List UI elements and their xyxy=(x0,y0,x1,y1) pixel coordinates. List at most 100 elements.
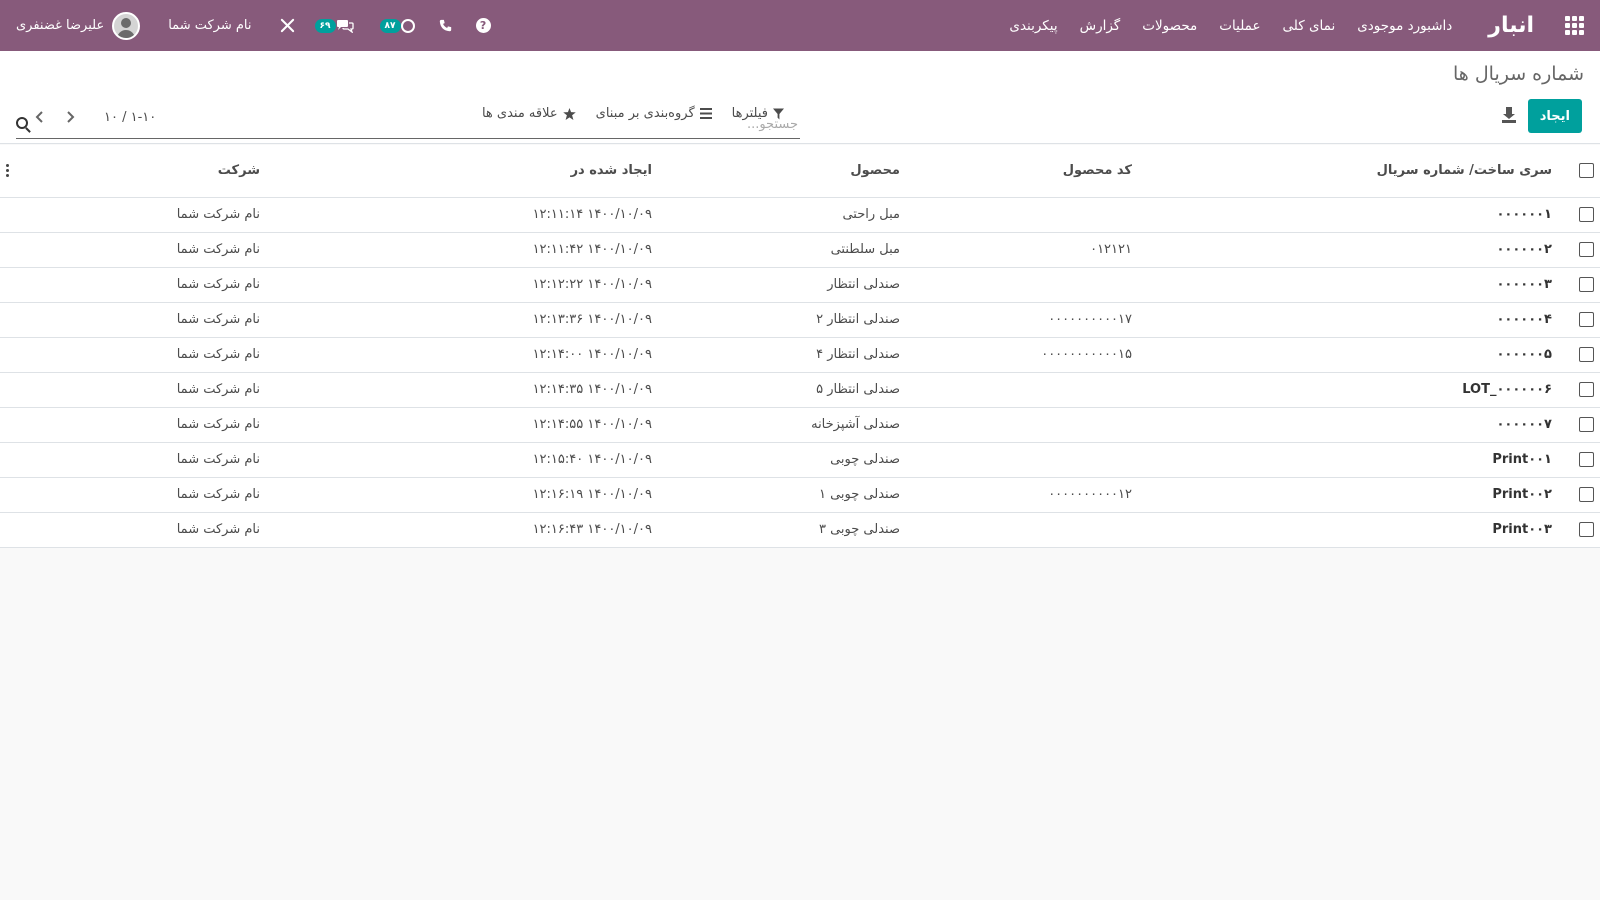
row-select-cell xyxy=(1558,232,1600,268)
create-button[interactable]: ایجاد xyxy=(1527,99,1582,133)
product-cell: صندلی انتظار ۵ xyxy=(658,372,906,408)
navbar-main: انبار داشبورد موجودی نمای کلی عملیات محص… xyxy=(1009,13,1584,38)
messages-badge: ۶۹ xyxy=(314,18,336,33)
clock-icon xyxy=(400,18,415,33)
activities-button[interactable]: ۸۷ xyxy=(378,18,415,33)
row-checkbox[interactable] xyxy=(1579,347,1594,362)
column-header-lot[interactable]: سری ساخت/ شماره سریال xyxy=(1138,145,1558,198)
search-options: فیلترها گروه‌بندی بر مبنای علاقه مندی ها xyxy=(482,106,784,121)
product-cell: صندلی انتظار ۴ xyxy=(658,337,906,373)
created-on-cell: ۱۴۰۰/۱۰/۰۹ ۱۲:۱۳:۳۶ xyxy=(266,302,658,338)
created-on-cell: ۱۴۰۰/۱۰/۰۹ ۱۲:۱۱:۱۴ xyxy=(266,197,658,233)
product-cell: صندلی چوبی ۳ xyxy=(658,512,906,548)
lot-cell: Print۰۰۱ xyxy=(1138,442,1558,478)
favorites-button[interactable]: علاقه مندی ها xyxy=(482,106,576,121)
pager-next-button[interactable] xyxy=(60,106,82,128)
menu-item-operations[interactable]: عملیات xyxy=(1219,18,1260,34)
row-checkbox[interactable] xyxy=(1579,207,1594,222)
created-on-cell: ۱۴۰۰/۱۰/۰۹ ۱۲:۱۲:۲۲ xyxy=(266,267,658,303)
row-select-cell xyxy=(1558,267,1600,303)
row-checkbox[interactable] xyxy=(1579,522,1594,537)
row-select-cell xyxy=(1558,337,1600,373)
lot-cell: ۰۰۰۰۰۰۴ xyxy=(1138,302,1558,338)
phone-icon[interactable] xyxy=(439,19,452,32)
groupby-label: گروه‌بندی بر مبنای xyxy=(595,106,695,121)
row-checkbox[interactable] xyxy=(1579,487,1594,502)
product-code-cell xyxy=(906,407,1138,443)
pager-value[interactable]: ۱-۱۰ / ۱۰ xyxy=(104,110,156,125)
product-code-cell xyxy=(906,197,1138,233)
optional-columns-toggle[interactable] xyxy=(0,145,26,198)
menu-item-reporting[interactable]: گزارش xyxy=(1080,18,1121,34)
row-checkbox[interactable] xyxy=(1579,242,1594,257)
row-spacer-cell xyxy=(0,442,26,478)
table-row[interactable]: ۰۰۰۰۰۰۵ ۰۰۰۰۰۰۰۰۰۰۰۱۵ صندلی انتظار ۴ ۱۴۰۰/۱… xyxy=(0,337,1600,373)
debug-tools-icon[interactable] xyxy=(280,18,295,33)
row-checkbox[interactable] xyxy=(1579,417,1594,432)
menu-item-configuration[interactable]: پیکربندی xyxy=(1009,18,1057,34)
company-switcher[interactable]: نام شرکت شما xyxy=(168,18,251,33)
table-row[interactable]: ۰۰۰۰۰۰۱ مبل راحتی ۱۴۰۰/۱۰/۰۹ ۱۲:۱۱:۱۴ نام ش… xyxy=(0,197,1600,233)
table-header-row: سری ساخت/ شماره سریال کد محصول محصول ایج… xyxy=(0,145,1600,198)
column-header-company[interactable]: شرکت xyxy=(26,145,266,198)
created-on-cell: ۱۴۰۰/۱۰/۰۹ ۱۲:۱۱:۴۲ xyxy=(266,232,658,268)
table-row[interactable]: Print۰۰۱ صندلی چوبی ۱۴۰۰/۱۰/۰۹ ۱۲:۱۵:۴۰ نام… xyxy=(0,442,1600,478)
company-cell: نام شرکت شما xyxy=(26,232,266,268)
top-navbar: انبار داشبورد موجودی نمای کلی عملیات محص… xyxy=(0,0,1600,51)
user-menu[interactable]: علیرضا غضنفری xyxy=(16,11,141,40)
created-on-cell: ۱۴۰۰/۱۰/۰۹ ۱۲:۱۵:۴۰ xyxy=(266,442,658,478)
help-icon[interactable]: ? xyxy=(475,18,491,33)
table-row[interactable]: ۰۰۰۰۰۰۳ صندلی انتظار ۱۴۰۰/۱۰/۰۹ ۱۲:۱۲:۲۲ نا… xyxy=(0,267,1600,303)
table-row[interactable]: ۰۰۰۰۰۰۴ ۰۰۰۰۰۰۰۰۰۰۱۷ صندلی انتظار ۲ ۱۴۰۰/۱۰… xyxy=(0,302,1600,338)
row-spacer-cell xyxy=(0,407,26,443)
table-row[interactable]: Print۰۰۳ صندلی چوبی ۳ ۱۴۰۰/۱۰/۰۹ ۱۲:۱۶:۴۳ ن… xyxy=(0,512,1600,548)
row-select-cell xyxy=(1558,407,1600,443)
row-spacer-cell xyxy=(0,337,26,373)
lot-cell: ۰۰۰۰۰۰۱ xyxy=(1138,197,1558,233)
column-header-product-code[interactable]: کد محصول xyxy=(906,145,1138,198)
created-on-cell: ۱۴۰۰/۱۰/۰۹ ۱۲:۱۶:۱۹ xyxy=(266,477,658,513)
table-row[interactable]: LOT_۰۰۰۰۰۰۶ صندلی انتظار ۵ ۱۴۰۰/۱۰/۰۹ ۱۲:۱… xyxy=(0,372,1600,408)
select-all-cell xyxy=(1558,145,1600,198)
table-row[interactable]: ۰۰۰۰۰۰۲ ۰۱۲۱۲۱ مبل سلطنتی ۱۴۰۰/۱۰/۰۹ ۱۲:۱۱:… xyxy=(0,232,1600,268)
apps-grid-icon[interactable] xyxy=(1564,15,1584,36)
row-spacer-cell xyxy=(0,197,26,233)
table-row[interactable]: ۰۰۰۰۰۰۷ صندلی آشپزخانه ۱۴۰۰/۱۰/۰۹ ۱۲:۱۴:۵۵… xyxy=(0,407,1600,443)
activities-badge: ۸۷ xyxy=(379,18,401,33)
download-icon[interactable] xyxy=(1502,107,1516,123)
select-all-checkbox[interactable] xyxy=(1579,163,1594,179)
row-checkbox[interactable] xyxy=(1579,382,1594,397)
row-spacer-cell xyxy=(0,302,26,338)
user-name: علیرضا غضنفری xyxy=(16,18,105,33)
column-header-product[interactable]: محصول xyxy=(658,145,906,198)
pager-previous-button[interactable] xyxy=(28,106,50,128)
menu-item-inventory-dashboard[interactable]: داشبورد موجودی xyxy=(1357,18,1452,34)
product-cell: صندلی انتظار xyxy=(658,267,906,303)
row-select-cell xyxy=(1558,512,1600,548)
company-cell: نام شرکت شما xyxy=(26,302,266,338)
product-cell: صندلی انتظار ۲ xyxy=(658,302,906,338)
search-icon[interactable] xyxy=(16,117,28,129)
table-body: ۰۰۰۰۰۰۱ مبل راحتی ۱۴۰۰/۱۰/۰۹ ۱۲:۱۱:۱۴ نام ش… xyxy=(0,197,1600,548)
company-cell: نام شرکت شما xyxy=(26,337,266,373)
row-spacer-cell xyxy=(0,477,26,513)
created-on-cell: ۱۴۰۰/۱۰/۰۹ ۱۲:۱۴:۵۵ xyxy=(266,407,658,443)
product-code-cell xyxy=(906,267,1138,303)
row-select-cell xyxy=(1558,197,1600,233)
row-checkbox[interactable] xyxy=(1579,452,1594,467)
filters-button[interactable]: فیلترها xyxy=(732,106,784,121)
messages-button[interactable]: ۶۹ xyxy=(313,18,354,33)
product-code-cell: ۰۱۲۱۲۱ xyxy=(906,232,1138,268)
row-select-cell xyxy=(1558,372,1600,408)
table-row[interactable]: Print۰۰۲ ۰۰۰۰۰۰۰۰۰۰۱۲ صندلی چوبی ۱ ۱۴۰۰/۱۰/… xyxy=(0,477,1600,513)
app-brand[interactable]: انبار xyxy=(1488,13,1534,38)
menu-item-products[interactable]: محصولات xyxy=(1142,18,1197,34)
groupby-button[interactable]: گروه‌بندی بر مبنای xyxy=(596,106,712,121)
lot-cell: LOT_۰۰۰۰۰۰۶ xyxy=(1138,372,1558,408)
column-header-created-on[interactable]: ایجاد شده در xyxy=(266,145,658,198)
menu-item-overview[interactable]: نمای کلی xyxy=(1283,18,1336,34)
company-cell: نام شرکت شما xyxy=(26,267,266,303)
row-checkbox[interactable] xyxy=(1579,277,1594,292)
company-cell: نام شرکت شما xyxy=(26,442,266,478)
row-checkbox[interactable] xyxy=(1579,312,1594,327)
